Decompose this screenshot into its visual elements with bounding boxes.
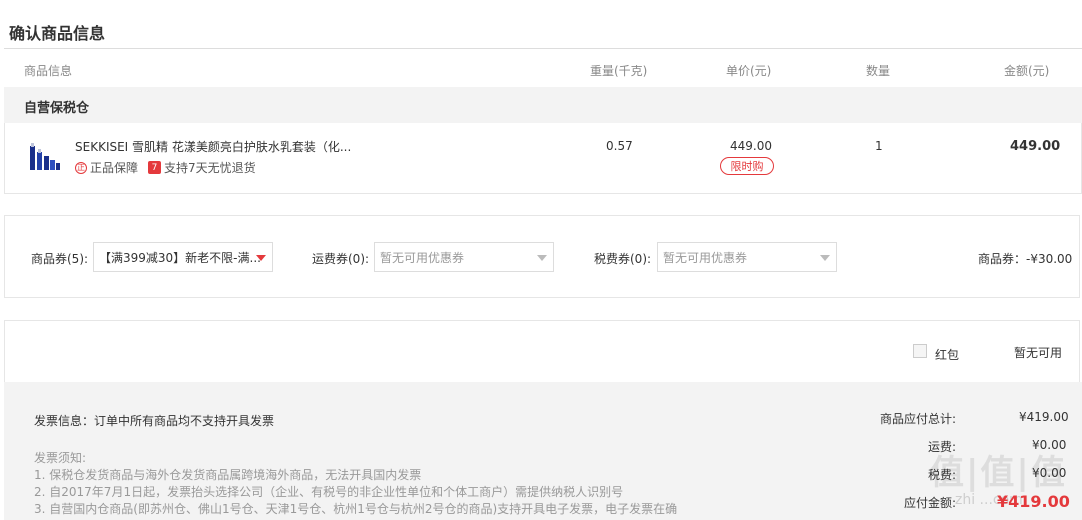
shipping-coupon-select[interactable]: 暂无可用优惠券 <box>374 242 554 272</box>
invoice-info: 发票信息：订单中所有商品均不支持开具发票 <box>34 414 275 428</box>
shipping-coupon-value: 暂无可用优惠券 <box>380 250 465 265</box>
product-thumbnail[interactable] <box>28 140 62 174</box>
header-amount: 金额(元) <box>1004 64 1050 78</box>
page-title: 确认商品信息 <box>9 24 106 43</box>
shipping-coupon-label: 运费券(0): <box>312 252 370 266</box>
invoice-note-2: 2. 自2017年7月1日起，发票抬头选择公司（企业、有税号的非企业性单位和个体… <box>34 485 624 499</box>
invoice-notes: 发票须知: 1. 保税仓发货商品与海外仓发货商品属跨境海外商品，无法开具国内发票… <box>34 450 677 518</box>
product-quantity: 1 <box>875 139 883 153</box>
red-packet-checkbox[interactable] <box>913 344 927 358</box>
tax-coupon-value: 暂无可用优惠券 <box>663 250 748 265</box>
invoice-note-1: 1. 保税仓发货商品与海外仓发货商品属跨境海外商品，无法开具国内发票 <box>34 468 422 482</box>
subtotal-label: 商品应付总计: <box>879 412 956 426</box>
genuine-badge: 正 正品保障 <box>75 159 138 176</box>
shipping-value: ¥0.00 <box>1032 438 1067 452</box>
genuine-icon: 正 <box>75 161 87 174</box>
tax-label: 税费: <box>927 468 956 482</box>
invoice-notes-title: 发票须知: <box>34 451 87 465</box>
tax-coupon-label: 税费券(0): <box>594 252 652 266</box>
genuine-label: 正品保障 <box>90 161 139 175</box>
chevron-down-icon <box>256 255 266 261</box>
return-label: 支持7天无忧退货 <box>164 161 256 175</box>
title-divider <box>4 48 1082 49</box>
chevron-down-icon <box>537 255 547 261</box>
subtotal-value: ¥419.00 <box>1019 410 1069 424</box>
header-quantity: 数量 <box>866 64 891 78</box>
tax-coupon-select[interactable]: 暂无可用优惠券 <box>657 242 837 272</box>
product-bottles-icon <box>30 143 60 170</box>
red-packet-status: 暂无可用 <box>1014 346 1063 360</box>
tax-value: ¥0.00 <box>1032 466 1067 480</box>
red-packet-label: 红包 <box>935 348 960 362</box>
product-amount: 449.00 <box>1010 139 1061 154</box>
return-badge: 7 支持7天无忧退货 <box>148 159 256 176</box>
header-unit-price: 单价(元) <box>726 64 772 78</box>
shipping-label: 运费: <box>927 440 956 454</box>
product-unit-price: 449.00 <box>730 139 772 153</box>
goods-coupon-select[interactable]: 【满399减30】新老不限-满... <box>93 242 273 272</box>
invoice-note-3: 3. 自营国内仓商品(即苏州仓、佛山1号仓、天津1号仓、杭州1号仓与杭州2号仓的… <box>34 502 678 516</box>
payable-label: 应付金额: <box>903 496 956 510</box>
chevron-down-icon <box>820 255 830 261</box>
product-weight: 0.57 <box>606 139 633 153</box>
limited-time-badge: 限时购 <box>720 157 774 175</box>
payable-value: ¥419.00 <box>997 492 1070 511</box>
return-7day-icon: 7 <box>148 161 161 174</box>
header-weight: 重量(千克) <box>590 64 648 78</box>
goods-coupon-value: 【满399减30】新老不限-满... <box>99 250 261 265</box>
warehouse-label: 自营保税仓 <box>24 101 90 116</box>
goods-coupon-label: 商品券(5): <box>31 252 89 266</box>
coupon-discount: 商品券：-¥30.00 <box>978 252 1073 266</box>
product-name-link[interactable]: SEKKISEI 雪肌精 花漾美颜亮白护肤水乳套装（化... <box>75 138 351 155</box>
header-product: 商品信息 <box>24 64 73 78</box>
warehouse-bar <box>4 87 1082 123</box>
